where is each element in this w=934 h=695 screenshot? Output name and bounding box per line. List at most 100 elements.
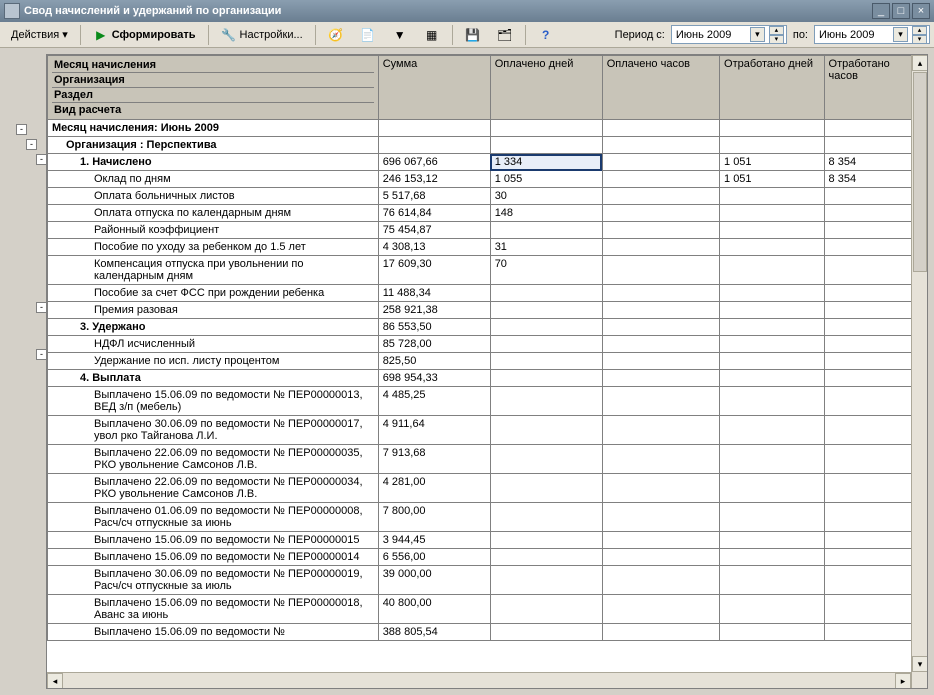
cell-sum[interactable]: 39 000,00 <box>378 566 490 595</box>
table-row[interactable]: НДФЛ исчисленный85 728,00 <box>48 336 927 353</box>
cell-sum[interactable]: 86 553,50 <box>378 319 490 336</box>
scroll-right-button[interactable]: ▸ <box>895 673 911 689</box>
cell-a[interactable] <box>490 370 602 387</box>
cell-a[interactable] <box>490 120 602 137</box>
cell-b[interactable] <box>602 171 719 188</box>
table-row[interactable]: Оплата отпуска по календарным дням76 614… <box>48 205 927 222</box>
cell-sum[interactable]: 4 485,25 <box>378 387 490 416</box>
dropdown-button[interactable]: ▾ <box>893 27 908 42</box>
tool-button-3[interactable]: ▼ <box>385 24 415 46</box>
cell-b[interactable] <box>602 137 719 154</box>
table-row[interactable]: Оплата больничных листов5 517,6830 <box>48 188 927 205</box>
table-row[interactable]: Выплачено 15.06.09 по ведомости №388 805… <box>48 624 927 641</box>
horizontal-scrollbar[interactable]: ◂ ▸ <box>47 672 911 688</box>
cell-a[interactable] <box>490 566 602 595</box>
cell-c[interactable]: 1 051 <box>720 171 825 188</box>
cell-sum[interactable]: 76 614,84 <box>378 205 490 222</box>
period-to-dropdown[interactable]: Июнь 2009 ▾ ▴ ▾ <box>814 25 930 44</box>
form-button[interactable]: ▶ Сформировать <box>86 24 203 46</box>
cell-b[interactable] <box>602 353 719 370</box>
tree-collapse-button[interactable]: - <box>16 124 27 135</box>
cell-c[interactable] <box>720 285 825 302</box>
cell-sum[interactable] <box>378 120 490 137</box>
cell-c[interactable] <box>720 474 825 503</box>
cell-sum[interactable]: 40 800,00 <box>378 595 490 624</box>
table-row[interactable]: Выплачено 15.06.09 по ведомости № ПЕР000… <box>48 549 927 566</box>
tool-button-1[interactable]: 🧭 <box>321 24 351 46</box>
cell-sum[interactable] <box>378 137 490 154</box>
cell-a[interactable]: 1 334 <box>490 154 602 171</box>
table-row[interactable]: Выплачено 15.06.09 по ведомости № ПЕР000… <box>48 595 927 624</box>
cell-sum[interactable]: 258 921,38 <box>378 302 490 319</box>
vertical-scrollbar[interactable]: ▴ ▾ <box>911 55 927 688</box>
close-button[interactable]: × <box>912 3 930 19</box>
restore-button[interactable]: □ <box>892 3 910 19</box>
table-row[interactable]: Выплачено 30.06.09 по ведомости № ПЕР000… <box>48 566 927 595</box>
cell-c[interactable] <box>720 319 825 336</box>
cell-a[interactable]: 1 055 <box>490 171 602 188</box>
cell-a[interactable] <box>490 336 602 353</box>
cell-sum[interactable]: 698 954,33 <box>378 370 490 387</box>
cell-sum[interactable]: 388 805,54 <box>378 624 490 641</box>
cell-b[interactable] <box>602 256 719 285</box>
cell-a[interactable] <box>490 302 602 319</box>
cell-c[interactable] <box>720 205 825 222</box>
cell-sum[interactable]: 4 281,00 <box>378 474 490 503</box>
cell-sum[interactable]: 825,50 <box>378 353 490 370</box>
cell-b[interactable] <box>602 205 719 222</box>
cell-c[interactable] <box>720 256 825 285</box>
tool-button-5[interactable]: 💾 <box>458 24 488 46</box>
cell-b[interactable] <box>602 595 719 624</box>
cell-c[interactable] <box>720 370 825 387</box>
table-row[interactable]: Организация : Перспектива <box>48 137 927 154</box>
table-row[interactable]: Выплачено 30.06.09 по ведомости № ПЕР000… <box>48 416 927 445</box>
cell-a[interactable] <box>490 445 602 474</box>
cell-b[interactable] <box>602 239 719 256</box>
table-row[interactable]: Выплачено 15.06.09 по ведомости № ПЕР000… <box>48 387 927 416</box>
cell-a[interactable] <box>490 137 602 154</box>
cell-b[interactable] <box>602 302 719 319</box>
cell-b[interactable] <box>602 319 719 336</box>
cell-c[interactable] <box>720 137 825 154</box>
cell-sum[interactable]: 696 067,66 <box>378 154 490 171</box>
cell-c[interactable] <box>720 222 825 239</box>
cell-c[interactable] <box>720 120 825 137</box>
table-row[interactable]: Оклад по дням246 153,121 0551 0518 354 <box>48 171 927 188</box>
table-row[interactable]: 1. Начислено696 067,661 3341 0518 354 <box>48 154 927 171</box>
cell-a[interactable] <box>490 503 602 532</box>
tool-button-2[interactable]: 📄 <box>353 24 383 46</box>
cell-a[interactable] <box>490 549 602 566</box>
cell-b[interactable] <box>602 120 719 137</box>
cell-c[interactable] <box>720 302 825 319</box>
cell-a[interactable]: 148 <box>490 205 602 222</box>
tree-collapse-button[interactable]: - <box>26 139 37 150</box>
cell-c[interactable] <box>720 532 825 549</box>
tool-button-6[interactable]: 🗂 <box>490 24 520 46</box>
table-row[interactable]: Выплачено 22.06.09 по ведомости № ПЕР000… <box>48 445 927 474</box>
cell-b[interactable] <box>602 532 719 549</box>
cell-c[interactable] <box>720 595 825 624</box>
table-row[interactable]: Пособие по уходу за ребенком до 1.5 лет4… <box>48 239 927 256</box>
cell-c[interactable] <box>720 549 825 566</box>
cell-c[interactable] <box>720 624 825 641</box>
cell-b[interactable] <box>602 474 719 503</box>
spin-down-button[interactable]: ▾ <box>912 35 927 44</box>
spin-up-button[interactable]: ▴ <box>912 26 927 35</box>
cell-a[interactable] <box>490 319 602 336</box>
cell-b[interactable] <box>602 154 719 171</box>
cell-c[interactable] <box>720 445 825 474</box>
cell-b[interactable] <box>602 285 719 302</box>
cell-c[interactable] <box>720 336 825 353</box>
table-row[interactable]: 4. Выплата698 954,33 <box>48 370 927 387</box>
cell-sum[interactable]: 3 944,45 <box>378 532 490 549</box>
scroll-down-button[interactable]: ▾ <box>912 656 928 672</box>
table-row[interactable]: Районный коэффициент75 454,87 <box>48 222 927 239</box>
cell-sum[interactable]: 4 308,13 <box>378 239 490 256</box>
scroll-up-button[interactable]: ▴ <box>912 55 928 71</box>
cell-a[interactable]: 31 <box>490 239 602 256</box>
cell-b[interactable] <box>602 336 719 353</box>
cell-a[interactable] <box>490 416 602 445</box>
cell-c[interactable] <box>720 188 825 205</box>
cell-b[interactable] <box>602 370 719 387</box>
cell-b[interactable] <box>602 503 719 532</box>
